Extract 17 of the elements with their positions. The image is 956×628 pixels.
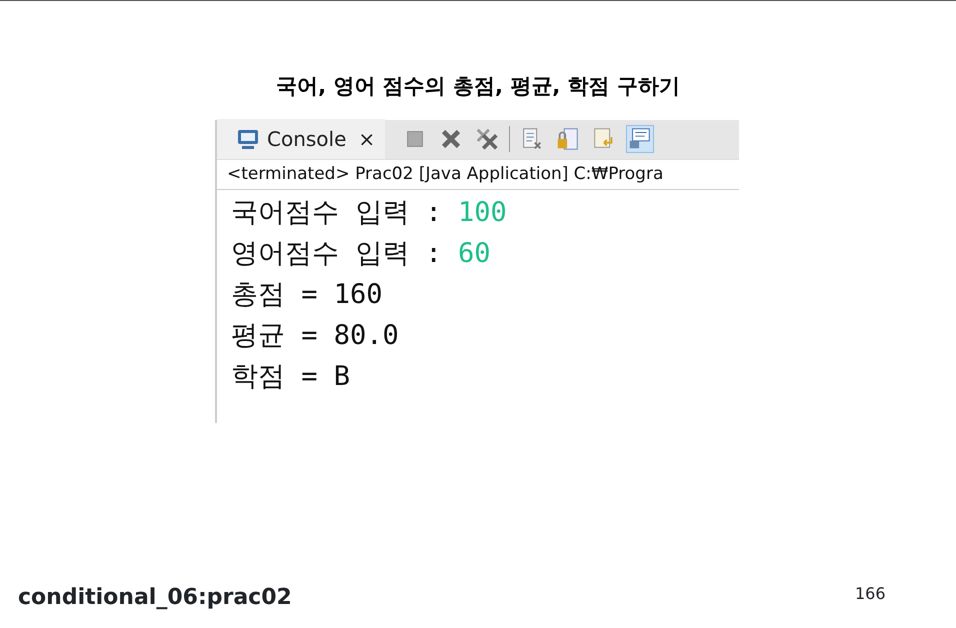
console-output: 국어점수 입력 :	[231, 197, 443, 228]
close-button[interactable]: ×	[358, 124, 376, 154]
tab-label: Console	[267, 126, 346, 153]
toolbar-button[interactable]	[626, 125, 654, 153]
console-tab[interactable]: Console ×	[217, 119, 386, 159]
footer-label: conditional_06:prac02	[18, 584, 292, 612]
console-status: <terminated> Prac02 [Java Application] C:₩Progra	[217, 160, 739, 190]
typed-value-text: 60	[458, 238, 491, 269]
slide-title: 국어, 영어 점수의 총점, 평균, 학점 구하기	[275, 73, 681, 100]
console-output: 총점 = 160	[231, 279, 383, 310]
typed-value-text: 100	[458, 197, 507, 228]
monitor-icon	[237, 128, 259, 150]
console-output: 평균 = 80.0	[231, 320, 399, 351]
double-cross-icon	[474, 126, 500, 152]
console-output: 영어점수 입력 :	[231, 238, 443, 269]
page-number: 166	[855, 583, 886, 605]
console-output: 학점 = B	[231, 361, 350, 392]
